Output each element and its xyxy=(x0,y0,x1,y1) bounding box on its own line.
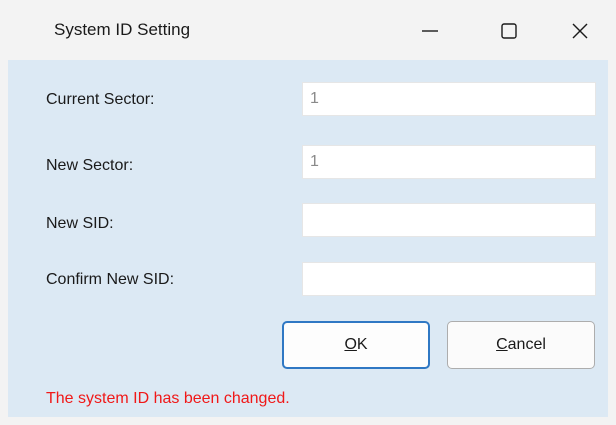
current-sector-label: Current Sector: xyxy=(46,91,155,108)
system-id-setting-window: System ID Setting Current Sector: New Se… xyxy=(0,0,616,425)
new-sector-label: New Sector: xyxy=(46,157,134,174)
maximize-button[interactable] xyxy=(486,8,532,54)
new-sid-field[interactable] xyxy=(302,203,596,237)
ok-button-label-rest: K xyxy=(356,336,368,353)
confirm-new-sid-label: Confirm New SID: xyxy=(46,271,175,288)
maximize-icon xyxy=(501,23,517,39)
current-sector-field[interactable] xyxy=(302,82,596,116)
close-button[interactable] xyxy=(557,8,603,54)
minimize-button[interactable] xyxy=(407,8,453,54)
new-sid-label: New SID: xyxy=(46,215,114,232)
cancel-button-mnemonic: C xyxy=(496,336,508,353)
ok-button-mnemonic: O xyxy=(344,336,357,353)
window-title: System ID Setting xyxy=(54,20,191,39)
ok-button[interactable]: OK xyxy=(282,321,430,369)
cancel-button-label-rest: ancel xyxy=(507,336,546,353)
dialog-client-area: Current Sector: New Sector: New SID: Con… xyxy=(8,60,608,417)
status-message: The system ID has been changed. xyxy=(46,390,290,407)
close-icon xyxy=(572,23,588,39)
cancel-button[interactable]: Cancel xyxy=(447,321,595,369)
confirm-new-sid-field[interactable] xyxy=(302,262,596,296)
minimize-icon xyxy=(422,30,438,32)
title-bar[interactable]: System ID Setting xyxy=(0,0,616,60)
new-sector-field[interactable] xyxy=(302,145,596,179)
